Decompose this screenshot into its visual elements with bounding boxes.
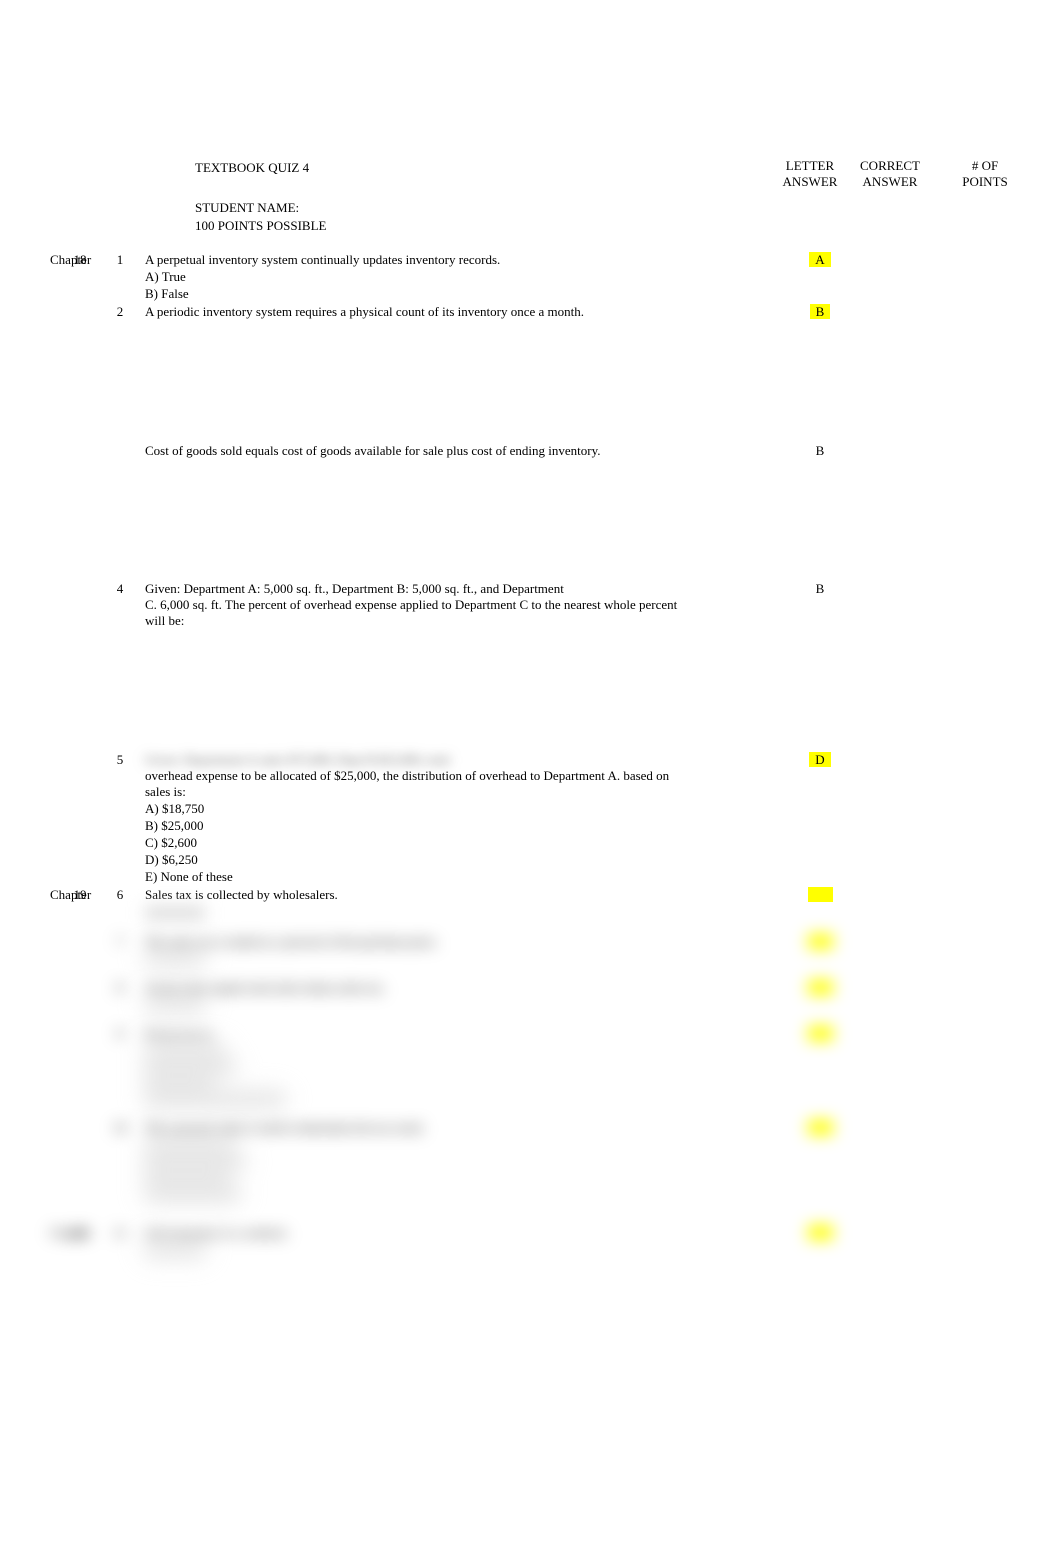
correct-answer-blurred xyxy=(808,980,833,995)
header-points-1: # OF xyxy=(950,158,1020,174)
question-row: 5 Given: Department A sales $75,000; Dep… xyxy=(0,752,1062,886)
correct-answer: D xyxy=(809,752,830,767)
correct-answer-blurred xyxy=(808,1225,833,1240)
question-text-blurred: The assessed value is used to determine … xyxy=(145,1120,690,1136)
question-number: 11 xyxy=(105,1225,135,1241)
chapter-number: 19 xyxy=(55,887,105,903)
question-text: Sales tax is collected by wholesalers. xyxy=(145,887,690,903)
question-row-blurred: 10 The assessed value is used to determi… xyxy=(0,1120,1062,1202)
question-number: 1 xyxy=(105,252,135,268)
chapter-number: 18 xyxy=(55,252,105,268)
correct-answer: B xyxy=(816,581,825,596)
points-possible: 100 POINTS POSSIBLE xyxy=(195,218,1062,234)
chapter-label: Chapter xyxy=(0,1225,55,1241)
question-number: 9 xyxy=(105,1026,135,1042)
correct-answer-blurred xyxy=(808,1026,833,1041)
header-correct-1: CORRECT xyxy=(850,158,930,174)
question-text-blurred: Life insurance is a contract. xyxy=(145,1225,690,1241)
correct-answer: B xyxy=(816,443,825,458)
question-option: A) True xyxy=(145,269,690,285)
question-number: 6 xyxy=(105,887,135,903)
question-text: Given: Department A: 5,000 sq. ft., Depa… xyxy=(145,581,690,597)
correct-answer-blurred xyxy=(808,887,833,902)
question-row: Chapter 18 1 A perpetual inventory syste… xyxy=(0,252,1062,302)
question-row: 2 A periodic inventory system requires a… xyxy=(0,304,1062,320)
question-row: 4 Given: Department A: 5,000 sq. ft., De… xyxy=(0,581,1062,630)
question-option: D) $6,250 xyxy=(145,852,690,868)
chapter-label: Chapter xyxy=(0,887,55,903)
question-row-blurred: 9 Excise tax is: xyxy=(0,1026,1062,1108)
question-row: Cost of goods sold equals cost of goods … xyxy=(0,443,1062,459)
question-option: B) $25,000 xyxy=(145,818,690,834)
question-number: 10 xyxy=(105,1120,135,1136)
header-letter-1: LETTER xyxy=(770,158,850,174)
question-option: A) $18,750 xyxy=(145,801,690,817)
question-row: Chapter 19 6 Sales tax is collected by w… xyxy=(0,887,1062,921)
question-text: A perpetual inventory system continually… xyxy=(145,252,690,268)
question-row-blurred: Chapter 20 11 Life insurance is a contra… xyxy=(0,1225,1062,1259)
student-name-label: STUDENT NAME: xyxy=(195,200,1062,216)
header-points-2: POINTS xyxy=(950,174,1020,190)
header-letter-2: ANSWER xyxy=(770,174,850,190)
question-row-blurred: 7 The sales tax is stated as a percent o… xyxy=(0,934,1062,968)
question-number: 7 xyxy=(105,934,135,950)
question-text-blurred: Given: Department A sales $75,000; Dept … xyxy=(145,752,690,768)
question-text-blurred: Actual sales equals total sales minus sa… xyxy=(145,980,690,996)
question-text-blurred: Excise tax is: xyxy=(145,1026,690,1042)
question-option: C) $2,600 xyxy=(145,835,690,851)
column-headers: LETTER ANSWER CORRECT ANSWER # OF POINTS xyxy=(770,158,1020,189)
question-text: A periodic inventory system requires a p… xyxy=(145,304,690,320)
question-number: 2 xyxy=(105,304,135,320)
question-option: E) None of these xyxy=(145,869,690,885)
question-number: 4 xyxy=(105,581,135,597)
question-text: overhead expense to be allocated of $25,… xyxy=(145,768,690,801)
question-row-blurred: 8 Actual sales equals total sales minus … xyxy=(0,980,1062,1014)
question-text-cont: C. 6,000 sq. ft. The percent of overhead… xyxy=(145,597,690,630)
question-option: B) False xyxy=(145,286,690,302)
question-number: 8 xyxy=(105,980,135,996)
correct-answer-blurred xyxy=(808,934,833,949)
chapter-number: 20 xyxy=(55,1225,105,1241)
correct-answer: A xyxy=(809,252,830,267)
question-text: Cost of goods sold equals cost of goods … xyxy=(145,443,690,459)
question-number: 5 xyxy=(105,752,135,768)
correct-answer: B xyxy=(810,304,831,319)
chapter-label: Chapter xyxy=(0,252,55,268)
correct-answer-blurred xyxy=(808,1120,833,1135)
header-correct-2: ANSWER xyxy=(850,174,930,190)
question-text-blurred: The sales tax is stated as a percent of … xyxy=(145,934,690,950)
